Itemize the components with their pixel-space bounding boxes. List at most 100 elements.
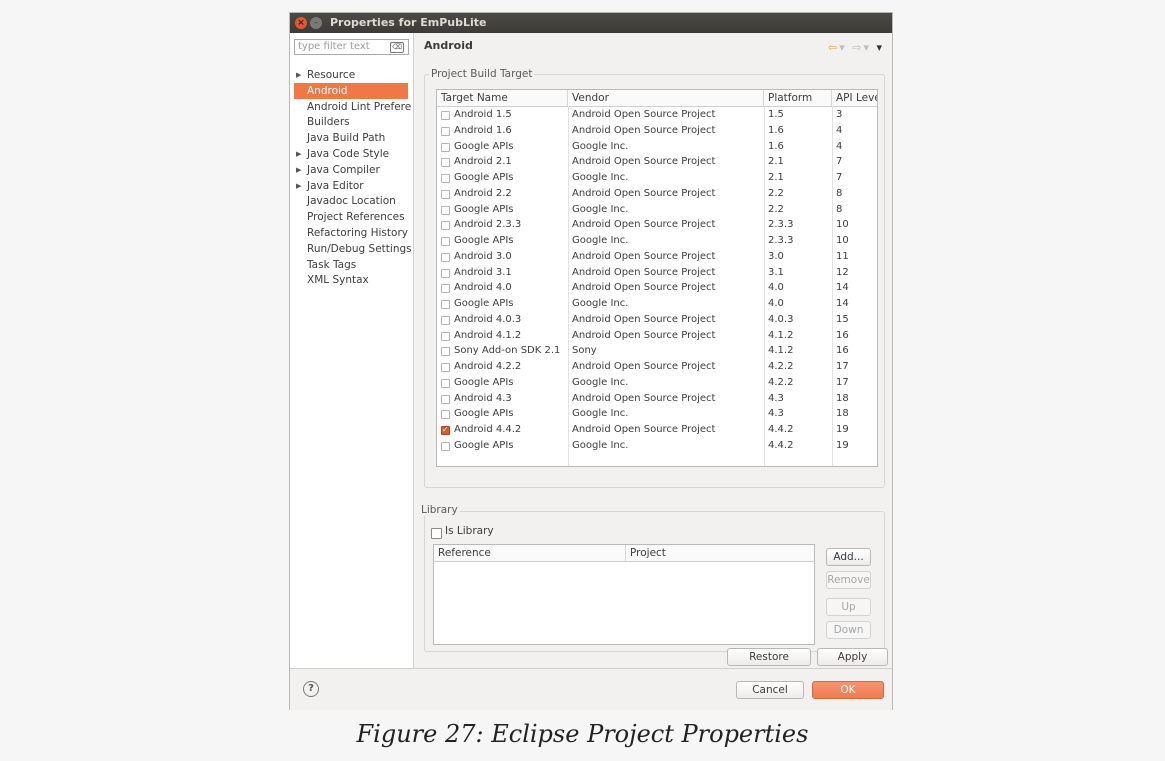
table-row[interactable]: Google APIs Google Inc. 4.0 14	[437, 296, 877, 312]
back-arrow-icon[interactable]: ⇦	[828, 41, 839, 54]
col-header-project[interactable]: Project	[626, 545, 814, 561]
tree-item[interactable]: Builders	[290, 114, 412, 130]
table-row[interactable]: Google APIs Google Inc. 4.4.2 19	[437, 438, 877, 454]
target-checkbox[interactable]	[441, 221, 450, 231]
col-header-vendor[interactable]: Vendor	[568, 90, 764, 106]
table-row[interactable]: Android 3.1 Android Open Source Project 3.…	[437, 265, 877, 281]
table-row[interactable]: Google APIs Google Inc. 4.3 18	[437, 406, 877, 422]
cell-name: Google APIs	[454, 439, 514, 451]
apply-button[interactable]: Apply	[817, 648, 888, 666]
title-bar[interactable]: × – Properties for EmPubLite	[290, 13, 892, 33]
target-checkbox[interactable]	[441, 378, 450, 388]
forward-arrow-icon[interactable]: ⇨	[852, 41, 863, 54]
tree-item[interactable]: Run/Debug Settings	[290, 241, 412, 257]
restore-defaults-button[interactable]: Restore Defaults	[727, 648, 811, 679]
table-row[interactable]: Android 4.4.2 Android Open Source Project…	[437, 422, 877, 438]
close-icon[interactable]: ×	[295, 17, 307, 29]
target-checkbox[interactable]	[441, 126, 450, 136]
clear-filter-icon[interactable]: ⌫	[390, 42, 404, 53]
table-row[interactable]: Android 2.1 Android Open Source Project 2.…	[437, 154, 877, 170]
table-row[interactable]: Android 4.1.2 Android Open Source Project…	[437, 328, 877, 344]
target-checkbox[interactable]	[441, 237, 450, 246]
library-table[interactable]: Reference Project	[433, 544, 815, 645]
remove-library-button[interactable]: Remove	[826, 571, 871, 589]
table-row[interactable]: Android 4.2.2 Android Open Source Project…	[437, 359, 877, 375]
target-checkbox[interactable]	[441, 315, 450, 325]
tree-item[interactable]: Android Lint Preferences	[290, 99, 412, 115]
forward-dropdown-icon[interactable]: ▾	[863, 41, 871, 54]
target-checkbox[interactable]	[441, 111, 450, 120]
tree-item[interactable]: ▶ Java Editor	[290, 178, 412, 194]
tree-item[interactable]: Java Build Path	[290, 130, 412, 146]
view-menu-icon[interactable]: ▾	[876, 41, 884, 54]
move-up-button[interactable]: Up	[826, 598, 871, 616]
target-checkbox[interactable]	[441, 394, 450, 404]
target-checkbox[interactable]	[441, 189, 450, 199]
table-row[interactable]: Android 4.0 Android Open Source Project 4.…	[437, 280, 877, 296]
target-checkbox[interactable]	[441, 268, 450, 278]
tree-item[interactable]: Refactoring History	[290, 225, 412, 241]
tree-item[interactable]: Javadoc Location	[290, 193, 412, 209]
table-row[interactable]: Android 1.5 Android Open Source Project 1.…	[437, 107, 877, 123]
table-row[interactable]: Google APIs Google Inc. 1.6 4	[437, 139, 877, 155]
target-checkbox[interactable]	[441, 300, 450, 309]
cell-platform: 4.1.2	[768, 345, 794, 357]
target-checkbox[interactable]	[441, 284, 450, 294]
target-checkbox[interactable]	[441, 410, 450, 420]
cell-name: Android 4.3	[454, 392, 512, 404]
tree-item[interactable]: ▶ Java Code Style	[290, 146, 412, 162]
help-icon[interactable]: ?	[303, 681, 319, 697]
col-header-platform[interactable]: Platform	[764, 90, 832, 106]
target-checkbox[interactable]	[441, 142, 450, 152]
add-library-button[interactable]: Add...	[826, 548, 871, 566]
target-checkbox[interactable]	[441, 422, 450, 438]
expand-arrow-icon[interactable]: ▶	[296, 67, 301, 83]
properties-nav-pane: type filter text ⌫ ▶ Resource Android Andro…	[290, 33, 414, 687]
filter-input[interactable]: type filter text ⌫	[294, 39, 409, 55]
is-library-checkbox[interactable]	[431, 528, 442, 539]
ok-button[interactable]: OK	[812, 681, 884, 699]
expand-arrow-icon[interactable]: ▶	[296, 178, 301, 194]
table-row[interactable]: Android 1.6 Android Open Source Project 1.…	[437, 123, 877, 139]
table-row[interactable]: Google APIs Google Inc. 2.1 7	[437, 170, 877, 186]
target-checkbox[interactable]	[441, 441, 450, 451]
tree-item[interactable]: Task Tags	[290, 257, 412, 273]
tree-item[interactable]: XML Syntax	[290, 272, 412, 288]
expand-arrow-icon[interactable]: ▶	[296, 162, 301, 178]
build-target-table[interactable]: Target Name Vendor Platform API Level An…	[436, 89, 878, 467]
target-checkbox[interactable]	[441, 158, 450, 168]
expand-arrow-icon[interactable]: ▶	[296, 146, 301, 162]
table-row[interactable]: Google APIs Google Inc. 4.2.2 17	[437, 375, 877, 391]
tree-item[interactable]: ▶ Resource	[290, 67, 412, 83]
cell-api: 10	[836, 235, 849, 246]
table-row[interactable]: Android 4.0.3 Android Open Source Project…	[437, 312, 877, 328]
cell-api: 4	[836, 124, 843, 136]
target-checkbox[interactable]	[441, 205, 450, 215]
target-checkbox[interactable]	[441, 252, 450, 262]
tree-item[interactable]: Project References	[290, 209, 412, 225]
target-checkbox[interactable]	[441, 363, 450, 372]
minimize-icon[interactable]: –	[310, 17, 322, 29]
col-header-api-level[interactable]: API Level	[832, 90, 877, 106]
cell-name: Android 1.6	[454, 124, 512, 136]
col-header-target-name[interactable]: Target Name	[437, 90, 568, 106]
table-row[interactable]: Android 4.3 Android Open Source Project 4.…	[437, 391, 877, 407]
table-row[interactable]: Sony Add-on SDK 2.1 Sony 4.1.2 16	[437, 343, 877, 359]
table-row[interactable]: Android 3.0 Android Open Source Project 3.…	[437, 249, 877, 265]
tree-item[interactable]: Android	[294, 82, 408, 99]
table-row[interactable]: Android 2.3.3 Android Open Source Project…	[437, 217, 877, 233]
target-checkbox[interactable]	[441, 347, 450, 357]
tree-item[interactable]: ▶ Java Compiler	[290, 162, 412, 178]
is-library-label[interactable]: Is Library	[445, 525, 494, 537]
cell-vendor: Sony	[572, 345, 597, 357]
back-dropdown-icon[interactable]: ▾	[839, 41, 847, 54]
move-down-button[interactable]: Down	[826, 621, 871, 639]
cell-api: 19	[836, 439, 849, 451]
table-row[interactable]: Android 2.2 Android Open Source Project 2.…	[437, 186, 877, 202]
target-checkbox[interactable]	[441, 331, 450, 341]
table-row[interactable]: Google APIs Google Inc. 2.3.3 10	[437, 233, 877, 249]
cancel-button[interactable]: Cancel	[736, 681, 804, 699]
table-row[interactable]: Google APIs Google Inc. 2.2 8	[437, 202, 877, 218]
target-checkbox[interactable]	[441, 174, 450, 183]
col-header-reference[interactable]: Reference	[434, 545, 626, 561]
